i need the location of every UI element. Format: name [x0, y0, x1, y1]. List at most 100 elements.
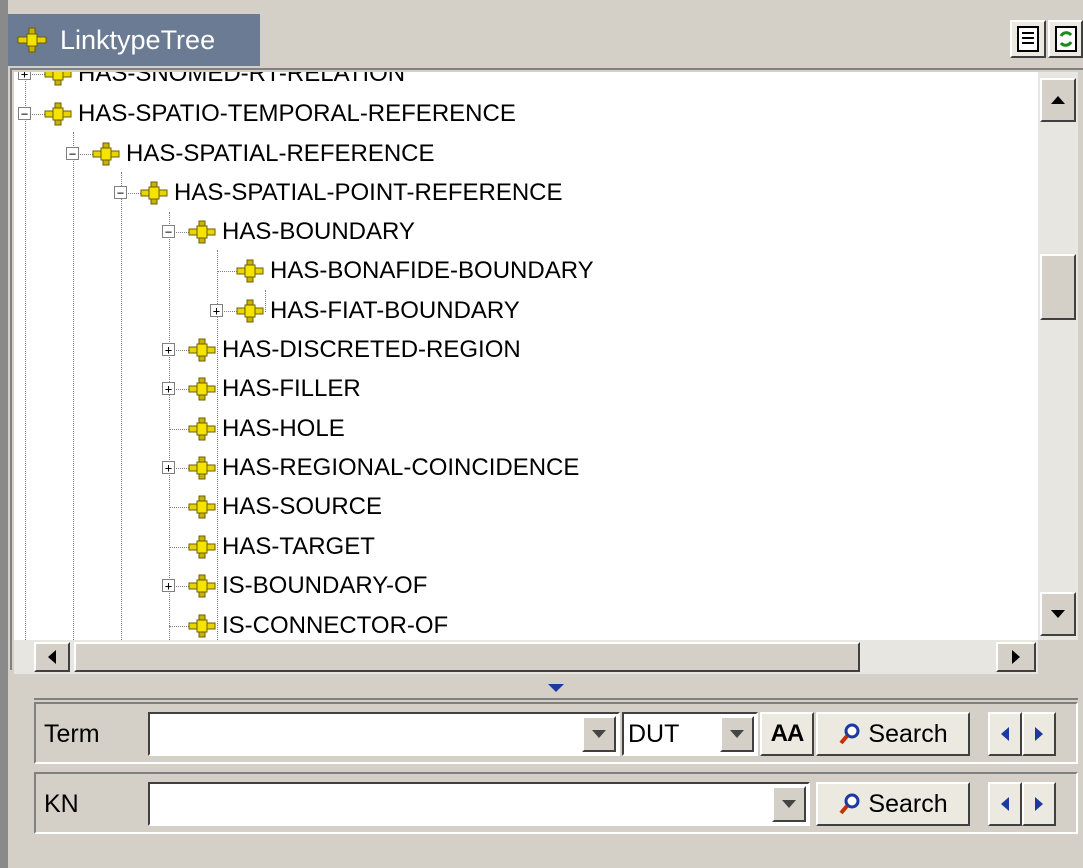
term-search-row: Term DUT AA Search: [34, 702, 1078, 764]
tree-node[interactable]: HAS-REGIONAL-COINCIDENCE: [188, 448, 579, 488]
collapse-node-button[interactable]: −: [66, 147, 79, 160]
collapse-node-button[interactable]: −: [18, 107, 31, 120]
kn-dropdown-button[interactable]: [772, 786, 806, 822]
tree-node-label: HAS-HOLE: [222, 415, 345, 442]
tree-node[interactable]: HAS-BOUNDARY: [188, 212, 415, 252]
expand-node-button[interactable]: +: [162, 343, 175, 356]
horizontal-scrollbar[interactable]: [14, 640, 1038, 674]
vertical-scrollbar[interactable]: [1038, 72, 1078, 640]
expand-node-button[interactable]: +: [162, 461, 175, 474]
chevron-down-icon: [782, 800, 796, 808]
document-icon: [1017, 26, 1039, 52]
collapse-node-button[interactable]: −: [162, 225, 175, 238]
panel-title: LinktypeTree: [60, 24, 216, 55]
arrow-right-icon: [1035, 727, 1043, 741]
linktype-icon: [17, 27, 47, 53]
scroll-down-button[interactable]: [1040, 592, 1076, 636]
collapse-arrow-icon[interactable]: [548, 684, 564, 692]
linktype-node-icon: [188, 614, 216, 638]
kn-label: KN: [44, 790, 79, 818]
document-button[interactable]: [1010, 20, 1046, 58]
tree-node[interactable]: HAS-SPATIO-TEMPORAL-REFERENCE: [44, 94, 516, 134]
tree-node-label: HAS-SNOMED-RT-RELATION: [78, 72, 406, 87]
tree-node-label: IS-BOUNDARY-OF: [222, 572, 428, 599]
expand-node-button[interactable]: +: [210, 304, 223, 317]
kn-search-label: Search: [868, 789, 948, 818]
arrow-right-icon: [1035, 797, 1043, 811]
kn-previous-button[interactable]: [988, 782, 1022, 826]
tree-guide-line: [121, 172, 122, 640]
horizontal-scroll-thumb[interactable]: [74, 642, 860, 672]
tree-node-label: HAS-FIAT-BOUNDARY: [270, 297, 520, 324]
arrow-left-icon: [1001, 797, 1009, 811]
language-select[interactable]: DUT: [622, 712, 758, 756]
case-sensitive-button[interactable]: AA: [760, 712, 814, 756]
tree-node[interactable]: HAS-FILLER: [188, 369, 361, 409]
window-left-edge: [0, 0, 8, 868]
term-next-button[interactable]: [1022, 712, 1056, 756]
window-bottom-edge: [8, 860, 1083, 868]
linktype-node-icon: [44, 102, 72, 126]
tree-node-label: HAS-TARGET: [222, 533, 375, 560]
kn-next-button[interactable]: [1022, 782, 1056, 826]
kn-input[interactable]: [148, 782, 810, 826]
refresh-button[interactable]: [1048, 20, 1083, 58]
tree-node[interactable]: HAS-SPATIAL-POINT-REFERENCE: [140, 173, 563, 213]
scroll-up-button[interactable]: [1040, 78, 1076, 122]
term-input[interactable]: [148, 712, 620, 756]
term-search-button[interactable]: Search: [816, 712, 970, 756]
vertical-scroll-thumb[interactable]: [1040, 254, 1076, 320]
scrollbar-corner: [1038, 640, 1078, 674]
tree-node[interactable]: IS-BOUNDARY-OF: [188, 566, 427, 606]
tree-node[interactable]: HAS-HOLE: [188, 409, 345, 449]
scroll-left-button[interactable]: [34, 642, 70, 672]
tree-node[interactable]: HAS-TARGET: [188, 527, 375, 567]
tree-node-label: HAS-SOURCE: [222, 493, 383, 520]
tree-node-label: HAS-BOUNDARY: [222, 218, 415, 245]
expand-node-button[interactable]: +: [162, 382, 175, 395]
expand-node-button[interactable]: +: [18, 72, 31, 80]
tree-node[interactable]: HAS-FIAT-BOUNDARY: [236, 291, 520, 331]
language-value: DUT: [628, 720, 680, 748]
linktype-node-icon: [236, 299, 264, 323]
arrow-right-icon: [1012, 650, 1020, 664]
linktype-node-icon: [188, 456, 216, 480]
search-icon: [839, 793, 860, 815]
scroll-right-button[interactable]: [996, 642, 1036, 672]
case-button-label: AA: [770, 720, 805, 747]
term-dropdown-button[interactable]: [582, 716, 616, 752]
tree-node-label: HAS-SPATIO-TEMPORAL-REFERENCE: [78, 100, 516, 127]
tree-node[interactable]: HAS-DISCRETED-REGION: [188, 330, 521, 370]
term-previous-button[interactable]: [988, 712, 1022, 756]
arrow-down-icon: [1051, 610, 1065, 618]
chevron-down-icon: [592, 730, 606, 738]
expand-node-button[interactable]: +: [162, 579, 175, 592]
linktype-node-icon: [188, 417, 216, 441]
linktype-node-icon: [188, 338, 216, 362]
linktype-node-icon: [44, 72, 72, 86]
linktype-node-icon: [188, 495, 216, 519]
tree-node[interactable]: HAS-SOURCE: [188, 487, 382, 527]
tree-node-label: HAS-DISCRETED-REGION: [222, 336, 521, 363]
linktype-node-icon: [92, 142, 120, 166]
tree-node-label: HAS-SPATIAL-REFERENCE: [126, 140, 435, 167]
arrow-left-icon: [48, 650, 56, 664]
linktype-node-icon: [188, 535, 216, 559]
kn-search-button[interactable]: Search: [816, 782, 970, 826]
panel-title-tab[interactable]: LinktypeTree: [8, 14, 260, 66]
tree-node[interactable]: HAS-SNOMED-RT-RELATION: [44, 72, 405, 94]
tree-node[interactable]: HAS-BONAFIDE-BOUNDARY: [236, 251, 594, 291]
linktype-tree[interactable]: + HAS-SNOMED-RT-RELATION − HAS-SPATIO-TEMPO…: [14, 72, 1038, 640]
language-dropdown-button[interactable]: [720, 716, 754, 752]
linktype-node-icon: [236, 259, 264, 283]
tree-node-label: IS-CONNECTOR-OF: [222, 612, 449, 639]
collapse-node-button[interactable]: −: [114, 186, 127, 199]
refresh-icon: [1054, 26, 1077, 52]
tree-guide-line: [73, 132, 74, 640]
tree-node-label: HAS-SPATIAL-POINT-REFERENCE: [174, 179, 563, 206]
tree-node[interactable]: IS-CONNECTOR-OF: [188, 606, 448, 640]
tree-node[interactable]: HAS-SPATIAL-REFERENCE: [92, 134, 435, 174]
tree-node-label: HAS-FILLER: [222, 375, 361, 402]
tree-guide-line: [25, 72, 26, 640]
arrow-up-icon: [1051, 96, 1065, 104]
